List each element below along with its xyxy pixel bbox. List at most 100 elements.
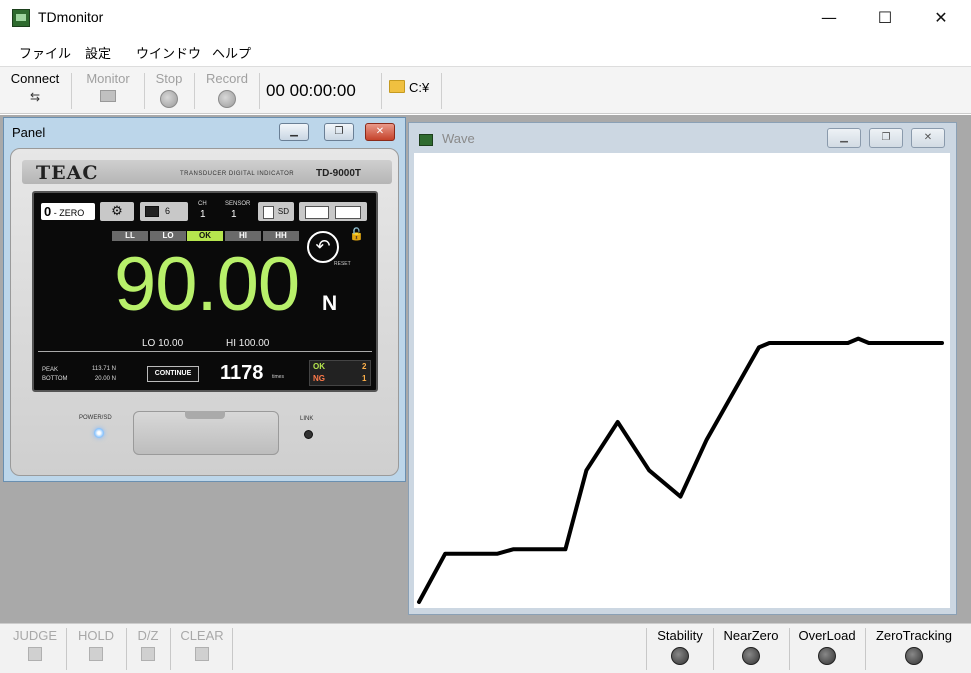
wave-chart: [417, 336, 944, 604]
toolbar: Connect ⇆ Monitor Stop Record 00 00:00:0…: [0, 66, 971, 114]
peak-bottom-labels: PEAK BOTTOM: [42, 366, 68, 384]
wave-trace: [417, 336, 944, 604]
zerotracking-label: ZeroTracking: [875, 628, 953, 643]
peak-label: PEAK: [42, 367, 59, 373]
peak-bottom-values: 113.71 N 20.00 N: [92, 364, 116, 384]
title-bar: TDmonitor — ☐ ✕: [0, 0, 971, 36]
power-led-icon: [94, 428, 104, 438]
dz-icon: [141, 647, 155, 661]
gear-icon[interactable]: ⚙: [100, 202, 134, 221]
menu-help[interactable]: ヘルプ: [212, 43, 251, 62]
overload-led-icon: [818, 647, 836, 665]
wave-restore-button[interactable]: ❐: [869, 128, 903, 148]
channel-icon: [145, 206, 159, 218]
judge-ok: OK: [187, 231, 223, 241]
overload-indicator: OverLoad: [792, 628, 862, 665]
connect-icon: ⇆: [29, 90, 41, 104]
hold-icon: [89, 647, 103, 661]
stability-label: Stability: [657, 628, 703, 643]
judge-icon: [28, 647, 42, 661]
link-label: LINK: [300, 416, 314, 422]
hold-button[interactable]: HOLD: [72, 628, 120, 661]
ok-label: OK: [313, 362, 325, 371]
app-icon: [12, 9, 30, 27]
clear-button[interactable]: CLEAR: [178, 628, 226, 661]
graph-button[interactable]: [299, 202, 367, 221]
ch-number: 1: [200, 209, 206, 220]
monitor-button[interactable]: Monitor: [78, 71, 138, 111]
status-separator: [66, 628, 67, 670]
zero-label: ZERO: [59, 208, 85, 218]
zero-dash: -: [53, 208, 57, 218]
close-button[interactable]: ✕: [918, 4, 964, 32]
stop-icon: [160, 90, 178, 108]
ok-count: 2: [362, 362, 367, 371]
zerotracking-led-icon: [905, 647, 923, 665]
wave-close-button[interactable]: ✕: [911, 128, 945, 148]
status-separator: [713, 628, 714, 670]
return-icon[interactable]: ↶: [307, 231, 339, 263]
wave-window-icon: [419, 134, 433, 146]
stop-button[interactable]: Stop: [149, 71, 189, 111]
status-bar: JUDGE HOLD D/Z CLEAR Stability NearZero …: [0, 623, 971, 673]
record-button[interactable]: Record: [201, 71, 253, 111]
menu-window[interactable]: ウインドウ: [136, 43, 201, 62]
toolbar-separator: [194, 73, 195, 109]
toolbar-separator: [259, 73, 260, 109]
unlock-icon[interactable]: 🔓: [349, 227, 364, 241]
judge-lo: LO: [150, 231, 186, 241]
connect-button[interactable]: Connect ⇆: [6, 71, 64, 111]
lo-limit: LO 10.00: [142, 338, 184, 349]
monitor-icon: [100, 90, 116, 102]
save-path[interactable]: C:¥: [409, 80, 429, 95]
judge-ll: LL: [112, 231, 148, 241]
nearzero-label: NearZero: [723, 628, 779, 643]
panel-close-button[interactable]: ✕: [365, 123, 395, 141]
stability-led-icon: [671, 647, 689, 665]
panel-minimize-button[interactable]: ▁: [279, 123, 309, 141]
continue-button[interactable]: CONTINUE: [147, 366, 199, 382]
menu-file[interactable]: ファイル: [19, 43, 71, 62]
sd-button[interactable]: SD: [258, 202, 294, 221]
maximize-button[interactable]: ☐: [862, 4, 908, 32]
zero-button[interactable]: 0 - ZERO: [41, 203, 95, 220]
nearzero-indicator: NearZero: [716, 628, 786, 665]
record-icon: [218, 90, 236, 108]
status-separator: [789, 628, 790, 670]
panel-title: Panel: [12, 125, 46, 140]
zero-number: 0: [44, 204, 52, 219]
window-title: TDmonitor: [38, 9, 104, 25]
device-subtitle: TRANSDUCER DIGITAL INDICATOR: [180, 171, 295, 177]
minimize-button[interactable]: —: [806, 4, 852, 32]
wave-plot-area: [414, 153, 950, 608]
judge-button[interactable]: JUDGE: [10, 628, 60, 661]
menu-settings[interactable]: 設定: [85, 43, 111, 62]
link-led-icon: [304, 430, 313, 439]
status-separator: [232, 628, 233, 670]
status-separator: [126, 628, 127, 670]
clear-label: CLEAR: [180, 628, 224, 643]
toolbar-separator: [441, 73, 442, 109]
ng-count: 1: [362, 374, 367, 383]
record-label: Record: [206, 71, 248, 86]
count-unit: times: [272, 374, 284, 380]
measured-unit: N: [322, 292, 338, 315]
wave-minimize-button[interactable]: ▁: [827, 128, 861, 148]
bottom-label: BOTTOM: [42, 376, 68, 382]
toolbar-separator: [144, 73, 145, 109]
judge-hh: HH: [263, 231, 299, 241]
toolbar-separator: [71, 73, 72, 109]
panel-restore-button[interactable]: ❐: [324, 123, 354, 141]
sd-label: SD: [277, 207, 289, 216]
elapsed-timer: 00 00:00:00: [266, 81, 356, 100]
dz-button[interactable]: D/Z: [132, 628, 164, 661]
channel-button[interactable]: 6: [140, 202, 188, 221]
bottom-value: 20.00 N: [94, 376, 116, 382]
folder-icon[interactable]: [389, 80, 405, 93]
status-separator: [170, 628, 171, 670]
power-label: POWER/SD: [79, 415, 112, 421]
channel-value: 6: [165, 206, 171, 216]
sensor-label: SENSOR: [225, 201, 251, 207]
menu-bar: ファイル 設定 ウインドウ ヘルプ: [0, 37, 971, 65]
toolbar-separator: [381, 73, 382, 109]
